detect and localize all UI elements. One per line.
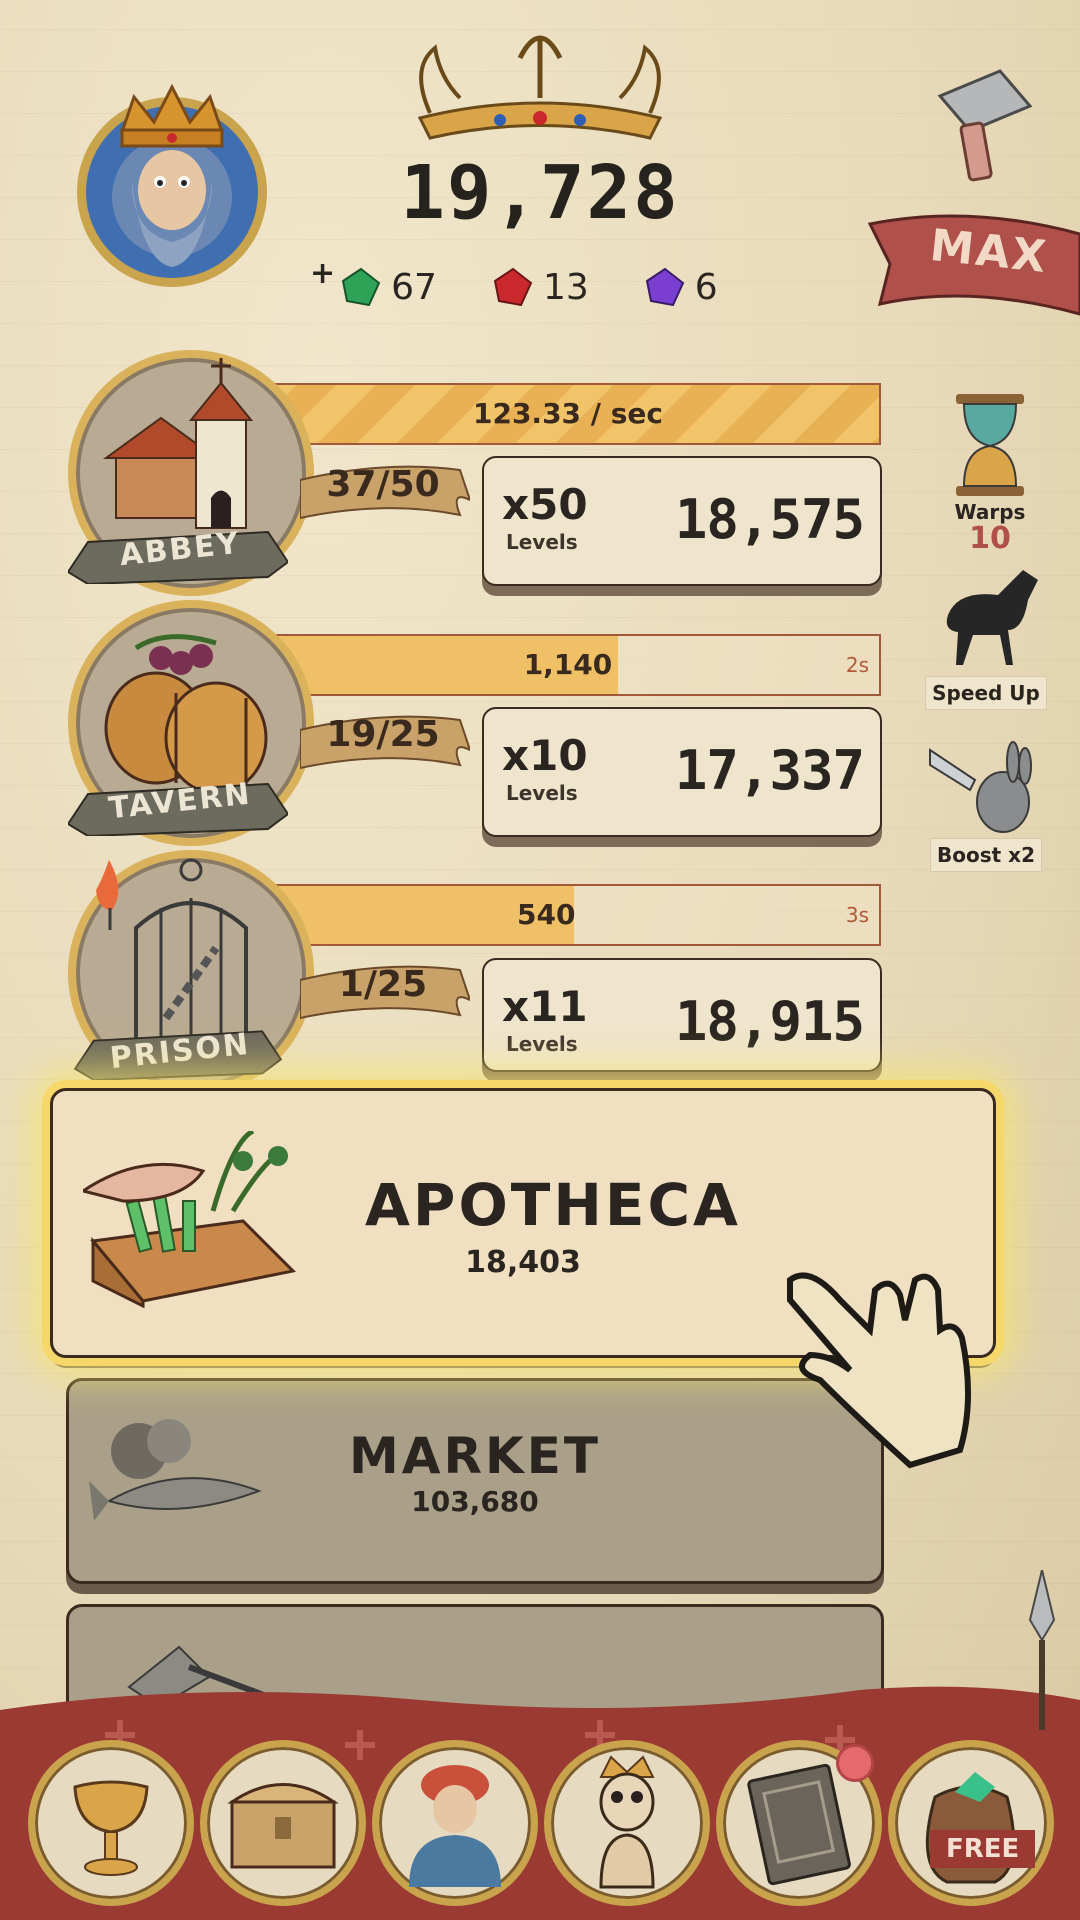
tavern-rate-text: 1,140 (523, 648, 613, 681)
abbey-progress: 37/50 (326, 464, 440, 505)
tavern-multiplier: x10 (502, 731, 588, 780)
market-title: MARKET (349, 1427, 601, 1485)
nav-skeleton-button[interactable] (544, 1740, 710, 1906)
speed-up-button[interactable]: Speed Up (918, 676, 1054, 710)
skeleton-king-icon (599, 1755, 655, 1889)
abbey-levels-label: Levels (506, 530, 578, 554)
prison-rate-text: 540 (517, 898, 576, 931)
hourglass-icon[interactable] (950, 390, 1030, 500)
king-portrait-icon[interactable] (62, 62, 282, 292)
abbey-rate-text: 123.33 / sec (472, 397, 664, 430)
speed-up-label: Speed Up (925, 676, 1047, 710)
abbey-multiplier: x50 (502, 480, 588, 529)
purple-gem-counter: 6 (645, 267, 718, 308)
tutorial-hand-pointer-icon (787, 1272, 972, 1469)
tavern-levels-label: Levels (506, 781, 578, 805)
prison-progress: 1/25 (338, 964, 428, 1005)
prison-levels-label: Levels (506, 1032, 578, 1056)
rabbit-trumpet-icon[interactable] (925, 740, 1045, 840)
notification-dot (836, 1744, 874, 1782)
prison-timer: 3s (845, 903, 869, 927)
warps-count: 10 (969, 521, 1011, 556)
nav-merchant-button[interactable] (372, 1740, 538, 1906)
tavern-rate-bar: 1,140 2s (255, 634, 881, 696)
abbey-rate-bar: 123.33 / sec (255, 383, 881, 445)
purple-gem-icon (645, 267, 685, 307)
prison-multiplier: x11 (502, 982, 588, 1031)
green-gem-count: 67 (391, 266, 437, 308)
hammer-icon[interactable] (930, 66, 1040, 186)
plus-symbol[interactable]: + (310, 256, 335, 291)
sack-icon (925, 1772, 1016, 1884)
boost-button[interactable]: Boost x2 (918, 838, 1054, 872)
green-gem-icon (342, 267, 381, 307)
prison-buy-button[interactable]: x11 Levels 18,915 (482, 958, 882, 1072)
abbey-buy-button[interactable]: x50 Levels 18,575 (482, 456, 882, 586)
nav-sack-button[interactable] (888, 1740, 1054, 1906)
torch-flame-icon (96, 860, 119, 930)
horse-icon[interactable] (928, 560, 1048, 670)
abbey-cost: 18,575 (674, 488, 865, 551)
nav-chest-button[interactable] (200, 1740, 366, 1906)
tavern-cost: 17,337 (674, 739, 865, 802)
green-gem-counter: 67 (341, 267, 437, 308)
chalice-icon (73, 1780, 149, 1876)
gem-counters: + 67 13 6 (310, 256, 774, 312)
crown-icon (417, 35, 663, 140)
tavern-progress: 19/25 (326, 714, 440, 755)
prison-cost: 18,915 (674, 990, 865, 1053)
merchant-icon (409, 1765, 501, 1887)
chest-icon (227, 1783, 339, 1869)
gold-counter: 19,728 (400, 150, 680, 236)
red-gem-counter: 13 (493, 267, 589, 308)
tavern-buy-button[interactable]: x10 Levels 17,337 (482, 707, 882, 837)
nav-chalice-button[interactable] (28, 1740, 194, 1906)
apotheca-title: APOTHECA (365, 1171, 741, 1239)
red-gem-icon (493, 267, 533, 307)
purple-gem-count: 6 (694, 266, 718, 308)
red-gem-count: 13 (542, 266, 589, 308)
tavern-timer: 2s (845, 653, 869, 677)
market-cost: 103,680 (411, 1485, 539, 1518)
free-badge[interactable]: FREE (930, 1830, 1036, 1868)
market-card[interactable]: MARKET 103,680 (66, 1378, 884, 1584)
prison-rate-bar: 540 3s (255, 884, 881, 946)
spear-icon (1028, 1570, 1056, 1730)
boost-label: Boost x2 (930, 838, 1042, 872)
warps-item[interactable]: Warps 10 (920, 500, 1060, 554)
